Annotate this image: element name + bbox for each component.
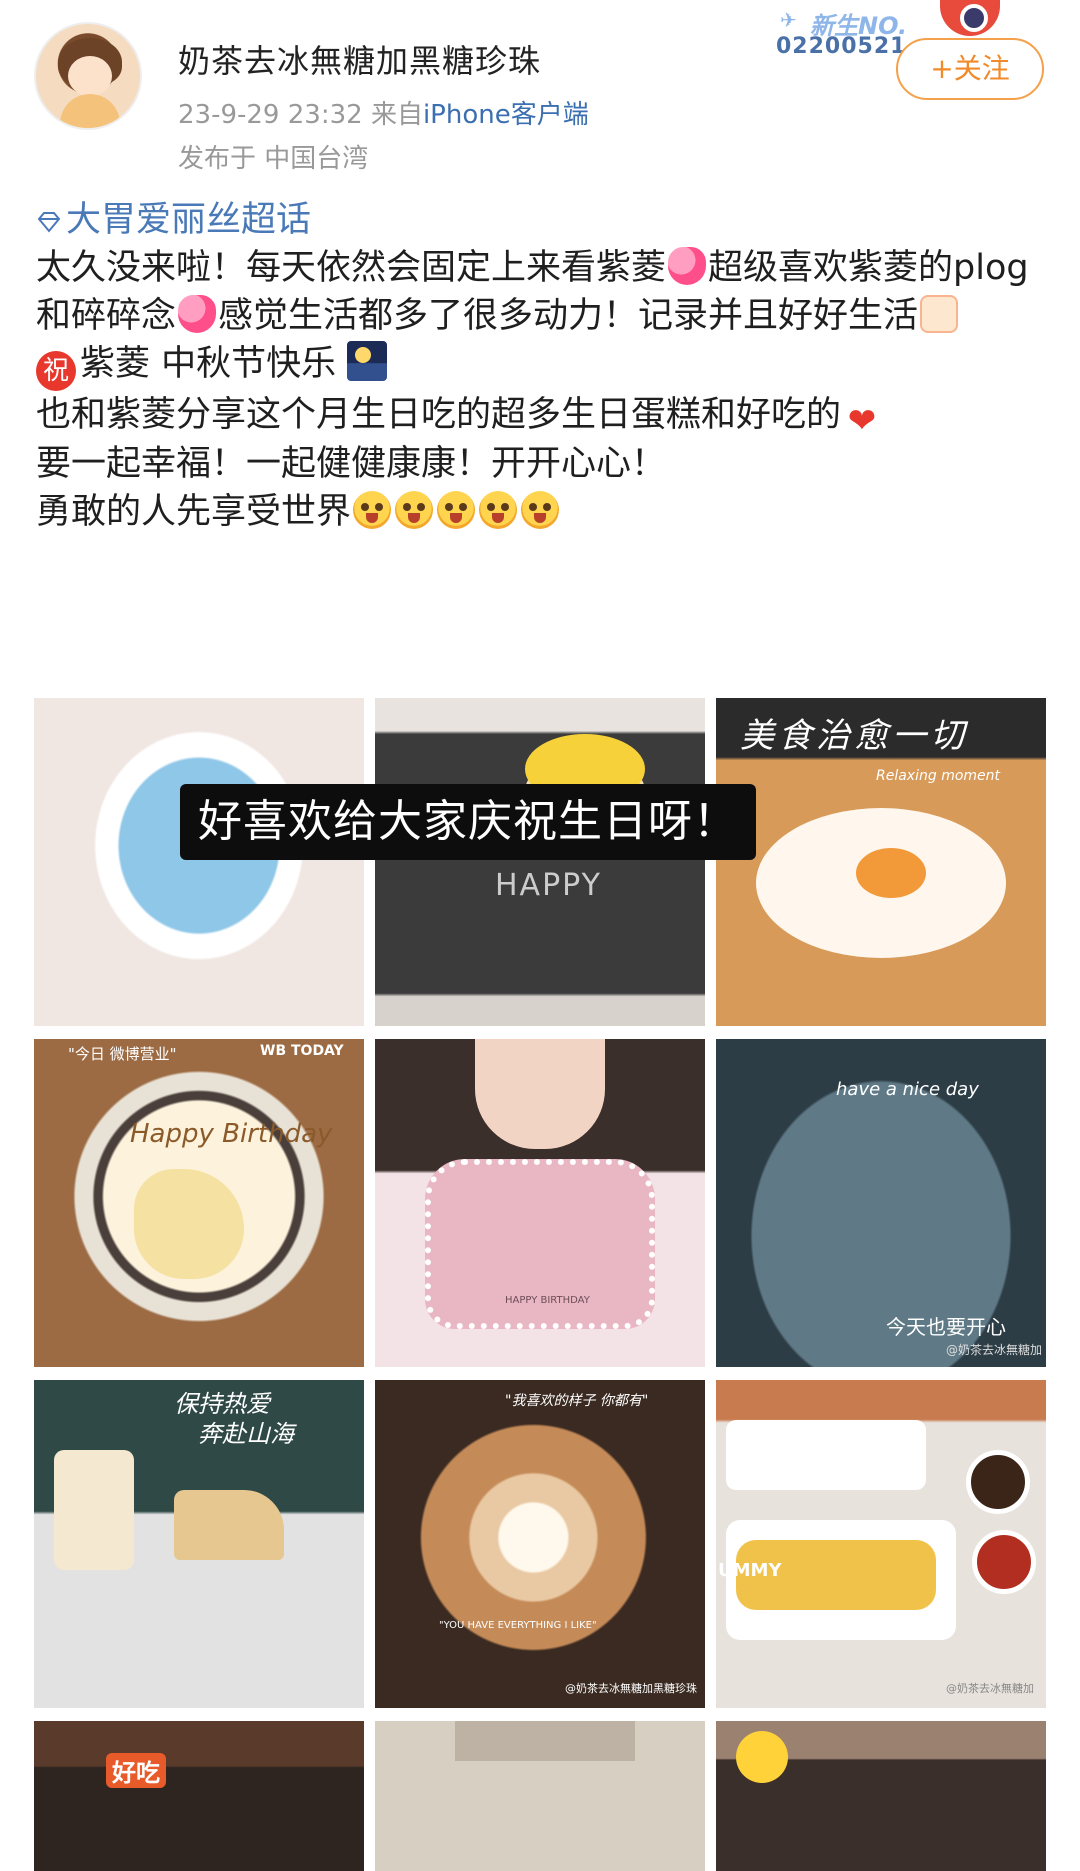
fruit-shape [856,848,926,898]
avatar-body-shape [60,94,120,128]
post-text-5: 勇敢的人先享受世界 [36,492,352,532]
zhu-badge-icon: 祝 [36,351,76,391]
wb-today-tag: WB TODAY [260,1043,344,1059]
photo-caption: "今日 微博营业" [68,1045,177,1063]
cake-shape [134,1169,244,1279]
milk-glass-shape [54,1450,134,1570]
post-paragraph-4: 要一起幸福！一起健健康康！开开心心！ [36,444,667,484]
source-prefix: 来自 [370,100,423,130]
crepe-shape [174,1490,284,1560]
photo-subcaption: Relaxing moment [876,768,1001,784]
paper-plane-icon: ✈ [780,8,797,32]
post-text-1a: 太久没来啦！每天依然会固定上来看紫菱 [36,248,667,288]
supertopic-label: 大胃爱丽丝超话 [66,200,312,240]
smiley-icon-1 [353,491,392,529]
post-text-1c: 感觉生活都多了很多动力！记录并且好好生活 [218,296,919,336]
person-shape [475,1039,605,1149]
photo-dumplings[interactable]: UMMY @奶茶去冰無糖加 [716,1380,1046,1708]
post-text-3: 也和紫菱分享这个月生日吃的超多生日蛋糕和好吃的 [36,395,842,435]
post-paragraph-1: 太久没来啦！每天依然会固定上来看紫菱 超级喜欢紫菱的plog和碎碎念 感觉生活都多了… [36,244,1056,340]
cake-text: HAPPY BIRTHDAY [505,1295,590,1306]
badge-number: 02200521 [776,34,907,59]
user-avatar[interactable] [34,22,142,130]
post-paragraph-5: 勇敢的人先享受世界 [36,488,1056,536]
blurred-shape [455,1721,635,1761]
sauce-dish-shape [966,1450,1030,1514]
photo-cake-moon[interactable]: HAPPY [375,698,705,1026]
supertopic-link[interactable]: 大胃爱丽丝超话 [36,196,1056,244]
post-meta: 23-9-29 23:32 来自iPhone客户端 [178,94,589,131]
video-caption-overlay: 好喜欢给大家庆祝生日呀！ [180,784,756,860]
heart-gift-icon [668,247,707,285]
photo-caption-2: 奔赴山海 [198,1420,294,1448]
photo-cake-fruit[interactable]: 美食治愈一切 Relaxing moment [716,698,1046,1026]
heart-hands-icon [920,295,959,333]
post-paragraph-3: 也和紫菱分享这个月生日吃的超多生日蛋糕和好吃的 ❤ [36,391,1056,440]
photo-caption: 美食治愈一切 [740,716,968,756]
icing-text: Happy Birthday [130,1119,333,1149]
plate-text: HAPPY [495,868,602,903]
post-time: 23-9-29 23:32 [178,100,363,130]
post-location: 发布于 中国台湾 [178,144,369,174]
tray-shape [726,1420,926,1490]
photo-caption-2: 今天也要开心 [886,1315,1006,1339]
heart-gift-icon-2 [178,295,217,333]
photo-latte[interactable]: "我喜欢的样子 你都有" "YOU HAVE EVERYTHING I LIKE… [375,1380,705,1708]
smiley-icon-2 [395,491,434,529]
watermark: @奶茶去冰無糖加 [946,1343,1043,1357]
watermark: @奶茶去冰無糖加黑糖珍珠 [565,1682,697,1695]
photo-bbq[interactable] [716,1721,1046,1871]
photo-cake-blue[interactable] [34,698,364,1026]
smiley-icon-5 [521,491,560,529]
red-heart-icon: ❤ [847,401,877,441]
photo-oysters[interactable]: have a nice day 今天也要开心 @奶茶去冰無糖加 [716,1039,1046,1367]
photo-birthday-plate[interactable]: "今日 微博营业" WB TODAY Happy Birthday [34,1039,364,1367]
post-header: 奶茶去冰無糖加黑糖珍珠 23-9-29 23:32 来自iPhone客户端 发布… [0,0,1080,174]
follow-button[interactable]: +关注 [896,38,1044,100]
photo-caption: have a nice day [836,1079,979,1100]
sun-sticker-icon [736,1731,788,1783]
smiley-icon-3 [437,491,476,529]
photo-caption: UMMY [718,1560,782,1581]
watermark: @奶茶去冰無糖加 [946,1682,1034,1695]
client-link[interactable]: iPhone客户端 [423,100,589,130]
photo-skewers[interactable]: 好吃 [34,1721,364,1871]
photo-blurred[interactable] [375,1721,705,1871]
post-body: 大胃爱丽丝超话 太久没来啦！每天依然会固定上来看紫菱 超级喜欢紫菱的plog和碎碎… [36,196,1056,536]
image-grid: HAPPY 美食治愈一切 Relaxing moment "今日 微博营业" W… [34,698,1046,1871]
photo-caption: "我喜欢的样子 你都有" [505,1393,649,1409]
photo-caption-2: "YOU HAVE EVERYTHING I LIKE" [439,1620,597,1631]
post-text-2: 紫菱 中秋节快乐 [80,344,337,384]
diamond-icon [37,212,61,233]
avatar-face-shape [68,56,112,96]
username[interactable]: 奶茶去冰無糖加黑糖珍珠 [178,36,541,82]
photo-caption: 好吃 [106,1753,166,1788]
smiley-icon-4 [479,491,518,529]
post-paragraph-2: 祝紫菱 中秋节快乐 [36,340,1056,391]
moon-festival-icon [347,341,388,381]
photo-crepe-cake[interactable]: 保持热爱 奔赴山海 [34,1380,364,1708]
photo-pink-cake[interactable]: HAPPY BIRTHDAY [375,1039,705,1367]
sauce-dish-shape-2 [972,1530,1036,1594]
